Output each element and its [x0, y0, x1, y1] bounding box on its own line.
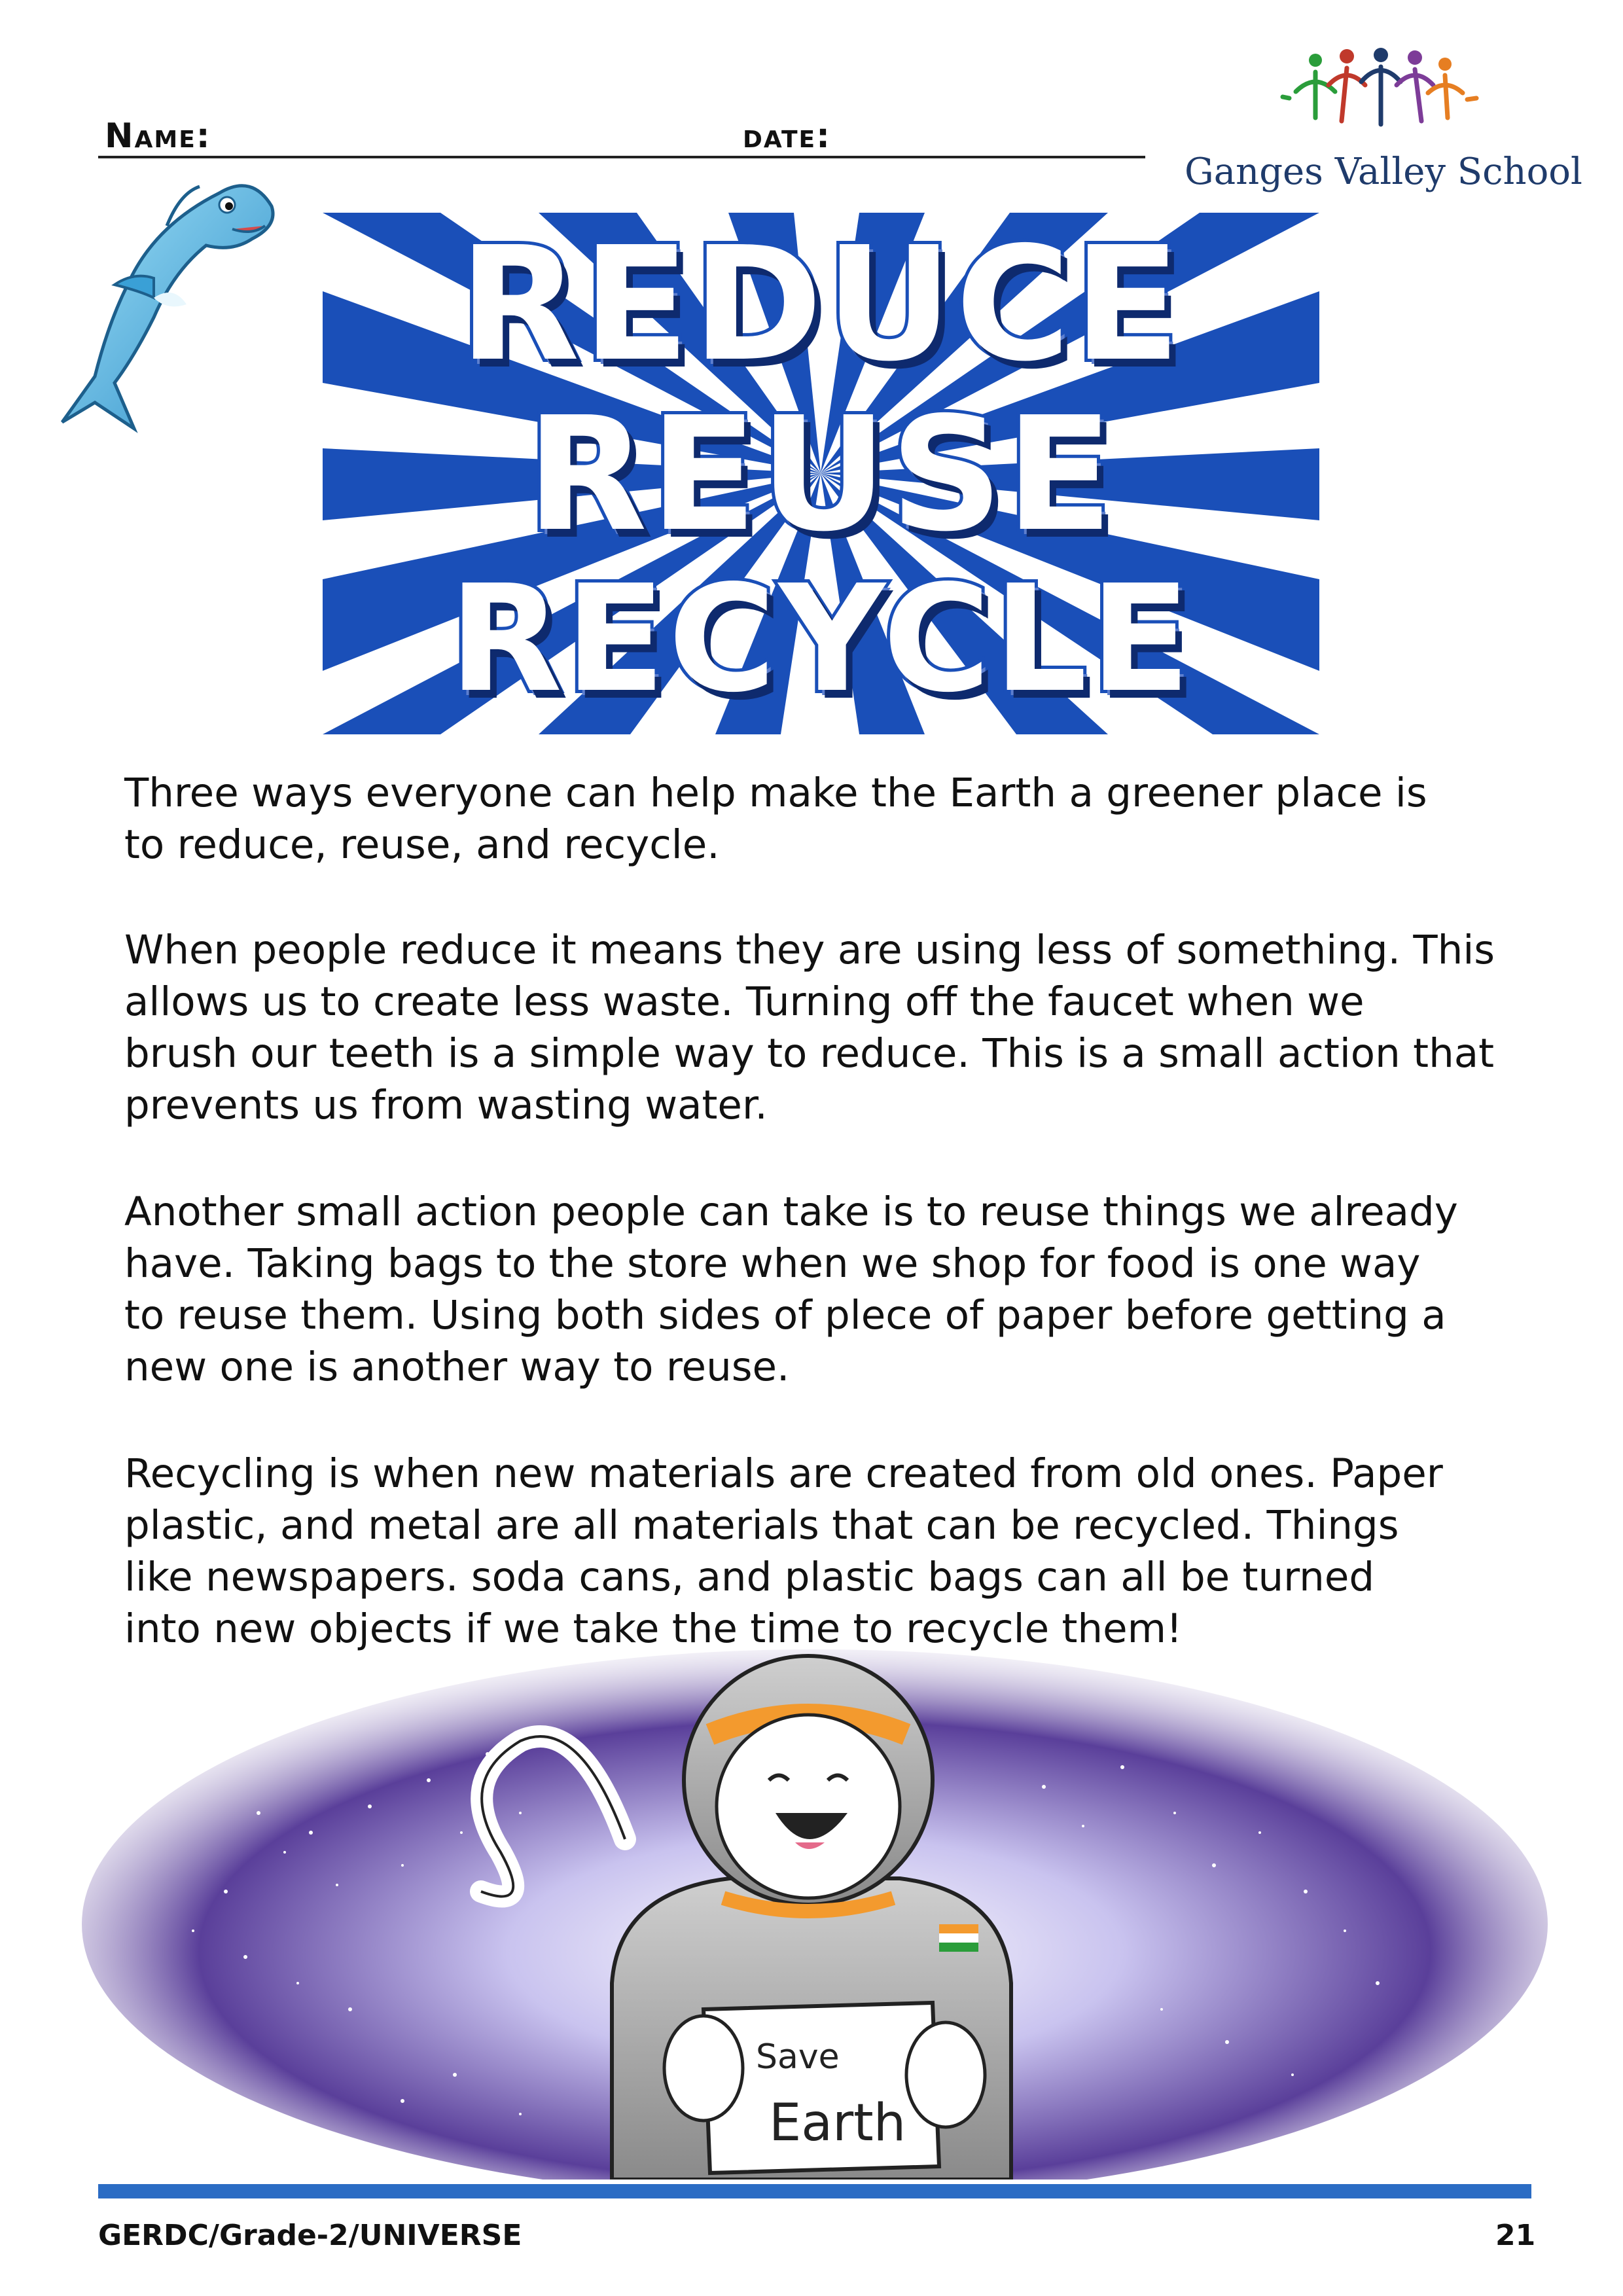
banner-word-recycle: RECYCLE — [446, 554, 1194, 725]
banner-word-reuse: REUSE — [523, 383, 1116, 566]
text-line: allows us to create less waste. Turning … — [124, 978, 1364, 1025]
page-number: 21 — [1495, 2219, 1536, 2252]
text-line: Another small action people can take is … — [124, 1189, 1458, 1235]
paragraph-reduce: When people reduce it means they are usi… — [124, 924, 1495, 1131]
text-line: have. Taking bags to the store when we s… — [124, 1240, 1421, 1287]
paragraph-intro: Three ways everyone can help make the Ea… — [124, 767, 1427, 870]
text-line: Three ways everyone can help make the Ea… — [124, 770, 1427, 816]
title-banner: REDUCE REUSE RECYCLE — [323, 213, 1319, 734]
name-label: Name: — [105, 117, 211, 156]
sign-line-save: Save — [756, 2037, 840, 2077]
text-line: Recycling is when new materials are crea… — [124, 1450, 1443, 1497]
dolphin-illustration — [60, 184, 275, 433]
banner-word-reduce: REDUCE — [455, 213, 1184, 396]
text-line: plastic, and metal are all materials tha… — [124, 1502, 1399, 1549]
sign-line-earth: Earth — [769, 2094, 906, 2153]
flag-badge — [939, 1924, 978, 1952]
text-line: When people reduce it means they are usi… — [124, 927, 1495, 973]
people-logo-icon — [1280, 48, 1479, 127]
date-label: date: — [743, 117, 831, 156]
name-line — [98, 156, 1145, 158]
text-line: prevents us from wasting water. — [124, 1082, 768, 1128]
school-name: Ganges Valley School — [1185, 151, 1582, 193]
astronaut-space-illustration: Save Earth — [82, 1649, 1548, 2179]
text-line: brush our teeth is a simple way to reduc… — [124, 1030, 1495, 1077]
footer-course-code: GERDC/Grade-2/UNIVERSE — [98, 2219, 522, 2252]
text-line: new one is another way to reuse. — [124, 1344, 790, 1390]
text-line: to reduce, reuse, and recycle. — [124, 821, 720, 868]
text-line: to reuse them. Using both sides of plece… — [124, 1292, 1446, 1338]
school-logo: Ganges Valley School — [1185, 46, 1582, 203]
paragraph-reuse: Another small action people can take is … — [124, 1186, 1458, 1393]
footer-bar — [98, 2184, 1531, 2198]
text-line: like newspapers. soda cans, and plastic … — [124, 1554, 1375, 1600]
